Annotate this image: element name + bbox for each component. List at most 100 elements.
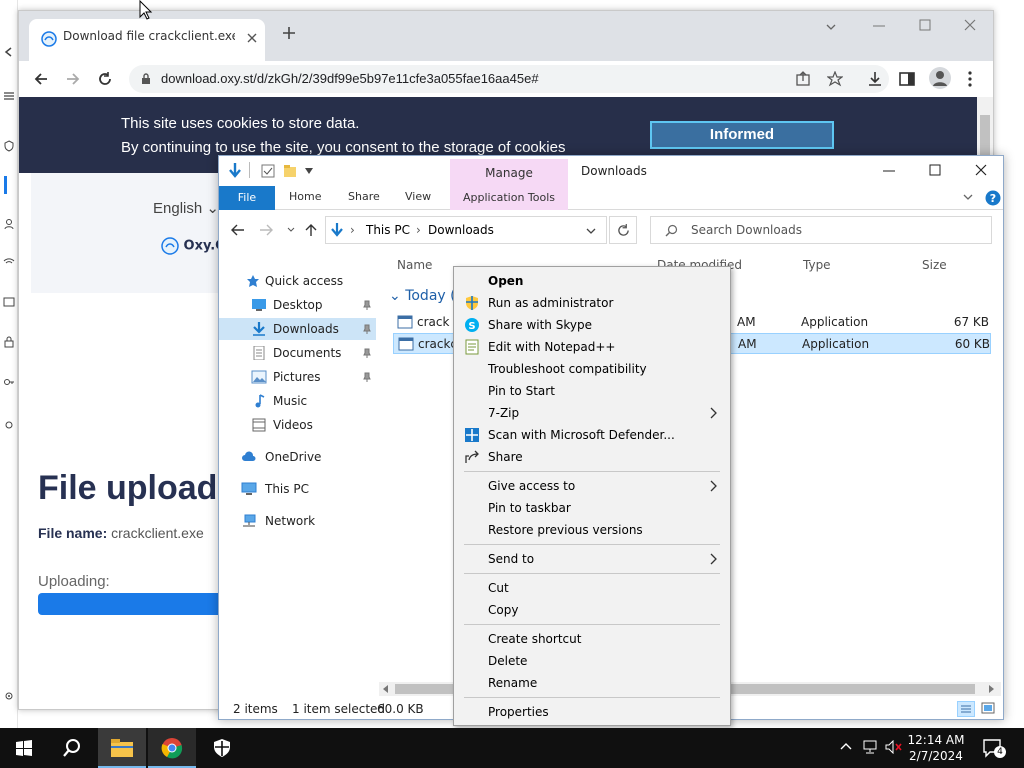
menu-item-share[interactable]: Share <box>454 446 730 468</box>
recent-locations-icon[interactable] <box>287 227 295 233</box>
volume-muted-icon[interactable] <box>885 740 903 754</box>
column-type[interactable]: Type <box>803 258 831 272</box>
breadcrumb-separator: › <box>350 223 355 237</box>
network-icon[interactable] <box>863 740 879 754</box>
taskbar-file-explorer[interactable] <box>98 728 146 768</box>
search-button[interactable] <box>48 728 96 768</box>
address-path-bar[interactable]: › This PC › Downloads <box>325 216 607 244</box>
menu-item-pin-to-start[interactable]: Pin to Start <box>454 380 730 402</box>
informed-button[interactable]: Informed <box>650 121 834 149</box>
column-name[interactable]: Name <box>397 258 432 272</box>
new-folder-icon[interactable] <box>283 164 297 178</box>
menu-item-scan-with-microsoft-defender[interactable]: Scan with Microsoft Defender... <box>454 424 730 446</box>
show-hidden-icons-icon[interactable] <box>840 742 852 750</box>
navigation-pane: Quick access Desktop Downloads Documents… <box>219 266 379 666</box>
language-selector[interactable]: English ⌄ <box>153 199 219 217</box>
forward-icon[interactable] <box>259 224 273 236</box>
browser-tab[interactable]: Download file crackclient.exe on <box>29 19 265 61</box>
close-window-icon[interactable] <box>964 19 976 31</box>
menu-item-run-as-administrator[interactable]: Run as administrator <box>454 292 730 314</box>
properties-icon[interactable] <box>261 164 275 178</box>
new-tab-icon[interactable] <box>281 25 297 41</box>
menu-item-rename[interactable]: Rename <box>454 672 730 694</box>
large-icons-view-icon[interactable] <box>981 702 995 714</box>
taskbar-chrome[interactable] <box>148 728 196 768</box>
menu-item-open[interactable]: Open <box>454 270 730 292</box>
chevron-down-icon[interactable] <box>586 228 596 234</box>
more-menu-icon[interactable] <box>967 71 973 87</box>
share-icon[interactable] <box>795 71 811 87</box>
close-window-icon[interactable] <box>975 164 987 176</box>
downloads-icon[interactable] <box>867 71 883 87</box>
menu-item-label: Run as administrator <box>488 296 614 310</box>
menu-item-create-shortcut[interactable]: Create shortcut <box>454 628 730 650</box>
expand-ribbon-icon[interactable] <box>963 194 973 202</box>
quick-access-dropdown-icon[interactable] <box>305 168 313 174</box>
scroll-right-icon[interactable] <box>989 685 995 693</box>
tab-home[interactable]: Home <box>289 190 321 203</box>
menu-item-delete[interactable]: Delete <box>454 650 730 672</box>
back-icon[interactable] <box>231 224 245 236</box>
download-arrow-icon <box>229 163 241 178</box>
column-size[interactable]: Size <box>922 258 947 272</box>
sidebar-item-this-pc[interactable]: This PC <box>219 478 376 500</box>
navigation-bar: › This PC › Downloads Search Downloads <box>219 210 1003 250</box>
menu-item-give-access-to[interactable]: Give access to <box>454 475 730 497</box>
sidebar-item-desktop[interactable]: Desktop <box>219 294 376 316</box>
maximize-icon[interactable] <box>929 164 941 176</box>
sidebar-item-downloads[interactable]: Downloads <box>219 318 376 340</box>
menu-item-restore-previous-versions[interactable]: Restore previous versions <box>454 519 730 541</box>
context-menu: Open Run as administrator S Share with Skyp… <box>453 266 731 726</box>
sidebar-item-network[interactable]: Network <box>219 510 376 532</box>
application-file-icon <box>398 337 414 351</box>
sidebar-item-videos[interactable]: Videos <box>219 414 376 436</box>
sidebar-item-pictures[interactable]: Pictures <box>219 366 376 388</box>
minimize-icon[interactable] <box>873 25 885 27</box>
taskbar-security[interactable] <box>198 728 246 768</box>
pin-icon <box>363 372 371 382</box>
clock[interactable]: 12:14 AM 2/7/2024 <box>904 732 968 764</box>
profile-avatar[interactable] <box>929 67 951 89</box>
menu-item-properties[interactable]: Properties <box>454 701 730 723</box>
menu-item-send-to[interactable]: Send to <box>454 548 730 570</box>
address-bar[interactable]: download.oxy.st/d/zkGh/2/39df99e5b97e11c… <box>129 65 889 93</box>
side-panel-icon[interactable] <box>899 71 915 87</box>
sidebar-item-quick-access[interactable]: Quick access <box>219 270 376 292</box>
menu-item-label: Give access to <box>488 479 576 493</box>
forward-icon[interactable] <box>65 71 81 87</box>
action-center-button[interactable]: 4 <box>978 736 1008 760</box>
details-view-icon[interactable] <box>957 701 975 717</box>
sidebar-item-onedrive[interactable]: OneDrive <box>219 446 376 468</box>
maximize-icon[interactable] <box>919 19 931 31</box>
menu-item-share-with-skype[interactable]: S Share with Skype <box>454 314 730 336</box>
reload-icon[interactable] <box>97 71 113 87</box>
search-input[interactable]: Search Downloads <box>650 216 992 244</box>
file-date: AM <box>738 337 757 351</box>
breadcrumb-downloads[interactable]: Downloads <box>428 223 494 237</box>
shield-icon <box>466 296 478 310</box>
share-icon <box>465 450 479 463</box>
tab-share[interactable]: Share <box>348 190 380 203</box>
refresh-button[interactable] <box>609 216 637 244</box>
close-tab-icon[interactable] <box>247 33 257 43</box>
menu-item-copy[interactable]: Copy <box>454 599 730 621</box>
menu-item-troubleshoot-compatibility[interactable]: Troubleshoot compatibility <box>454 358 730 380</box>
menu-item-edit-with-notepad[interactable]: Edit with Notepad++ <box>454 336 730 358</box>
back-icon[interactable] <box>33 71 49 87</box>
up-icon[interactable] <box>305 223 317 237</box>
tab-application-tools[interactable]: Application Tools <box>450 186 568 210</box>
tab-search-chevron-icon[interactable] <box>825 21 837 33</box>
menu-item-pin-to-taskbar[interactable]: Pin to taskbar <box>454 497 730 519</box>
menu-item-cut[interactable]: Cut <box>454 577 730 599</box>
scroll-left-icon[interactable] <box>383 685 389 693</box>
minimize-icon[interactable] <box>883 170 895 172</box>
sidebar-item-music[interactable]: Music <box>219 390 376 412</box>
bookmark-star-icon[interactable] <box>827 71 843 87</box>
menu-item-7-zip[interactable]: 7-Zip <box>454 402 730 424</box>
tab-file[interactable]: File <box>219 186 275 210</box>
tab-view[interactable]: View <box>405 190 431 203</box>
sidebar-item-documents[interactable]: Documents <box>219 342 376 364</box>
start-button[interactable] <box>0 728 48 768</box>
breadcrumb-this-pc[interactable]: This PC <box>366 223 410 237</box>
help-icon[interactable]: ? <box>985 190 1001 206</box>
